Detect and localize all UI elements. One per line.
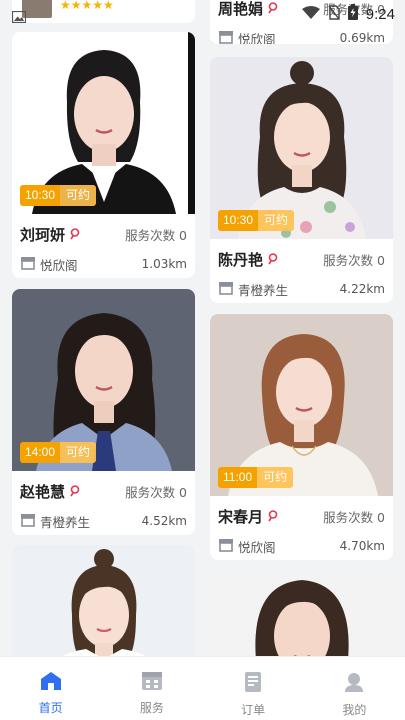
location-pin-icon (70, 482, 80, 501)
store-name: 青橙养生 (238, 282, 289, 298)
availability-badge: 10:30 可约 (20, 185, 97, 206)
therapist-card[interactable]: 10:30 可约 刘珂妍 服务次数 0 悦欣阁 1.03km (12, 32, 195, 278)
status-time: 9:24 (365, 5, 395, 23)
distance: 0.69km (339, 31, 385, 44)
tab-profile[interactable]: 我的 (304, 657, 405, 720)
therapist-photo (12, 545, 195, 656)
availability-badge: 10:30 可约 (218, 210, 295, 231)
therapist-card[interactable]: 10:30 可约 陈丹艳 服务次数 0 青橙养生 4.22km (210, 57, 393, 303)
therapist-photo: 10:30 可约 (12, 32, 195, 214)
home-icon (40, 671, 62, 695)
therapist-name: 刘珂妍 (20, 225, 66, 244)
store-icon (218, 29, 234, 45)
tab-label: 订单 (241, 703, 266, 717)
therapist-photo: 14:00 可约 (12, 289, 195, 471)
distance: 4.52km (141, 514, 187, 528)
no-sim-icon (328, 4, 340, 24)
distance: 1.03km (141, 257, 187, 271)
store-name: 悦欣阁 (238, 31, 276, 45)
available-status: 可约 (60, 442, 97, 463)
therapist-feed[interactable]: ★★★★★ 周艳娟 服务次数 0 悦欣阁 0.69km (0, 0, 405, 656)
tab-orders[interactable]: 订单 (203, 657, 304, 720)
available-time: 10:30 (20, 185, 61, 206)
therapist-name: 赵艳慧 (20, 482, 66, 501)
therapist-card-partial[interactable] (210, 570, 393, 656)
image-icon (11, 8, 27, 27)
location-pin-icon (268, 250, 278, 269)
available-time: 11:00 (218, 467, 258, 488)
service-count: 服务次数 0 (125, 227, 187, 243)
location-pin-icon (70, 225, 80, 244)
therapist-card[interactable]: 11:00 可约 宋春月 服务次数 0 悦欣阁 4.70km (210, 314, 393, 560)
service-count: 服务次数 0 (323, 252, 385, 268)
availability-badge: 11:00 可约 (218, 467, 294, 488)
available-time: 10:30 (218, 210, 259, 231)
store-icon (218, 537, 234, 556)
status-bar: 9:24 (0, 0, 405, 30)
person-icon (343, 671, 365, 697)
tab-label: 服务 (139, 701, 164, 715)
document-icon (243, 671, 263, 697)
available-status: 可约 (258, 210, 295, 231)
available-status: 可约 (257, 467, 294, 488)
availability-badge: 14:00 可约 (20, 442, 97, 463)
available-status: 可约 (60, 185, 97, 206)
store-icon (218, 280, 234, 299)
tab-service[interactable]: 服务 (101, 657, 202, 720)
available-time: 14:00 (20, 442, 61, 463)
therapist-name: 陈丹艳 (218, 250, 264, 269)
store-name: 青橙养生 (40, 514, 91, 530)
service-count: 服务次数 0 (125, 484, 187, 500)
therapist-photo (210, 570, 393, 656)
store-icon (20, 512, 36, 531)
therapist-card-partial[interactable] (12, 545, 195, 656)
tab-label: 我的 (342, 703, 367, 717)
store-name: 悦欣阁 (40, 257, 78, 273)
grid-icon (141, 671, 163, 695)
battery-icon (347, 4, 358, 24)
store-icon (20, 255, 36, 274)
service-count: 服务次数 0 (323, 509, 385, 525)
bottom-tab-bar: 首页 服务 订单 我的 (0, 656, 405, 720)
location-pin-icon (268, 507, 278, 526)
tab-label: 首页 (38, 701, 63, 715)
therapist-card[interactable]: 14:00 可约 赵艳慧 服务次数 0 青橙养生 4.52km (12, 289, 195, 535)
tab-home[interactable]: 首页 (0, 657, 101, 720)
therapist-name: 宋春月 (218, 507, 264, 526)
distance: 4.22km (339, 282, 385, 296)
therapist-photo: 11:00 可约 (210, 314, 393, 496)
distance: 4.70km (339, 539, 385, 553)
store-name: 悦欣阁 (238, 539, 276, 555)
wifi-icon (301, 5, 320, 24)
therapist-photo: 10:30 可约 (210, 57, 393, 239)
